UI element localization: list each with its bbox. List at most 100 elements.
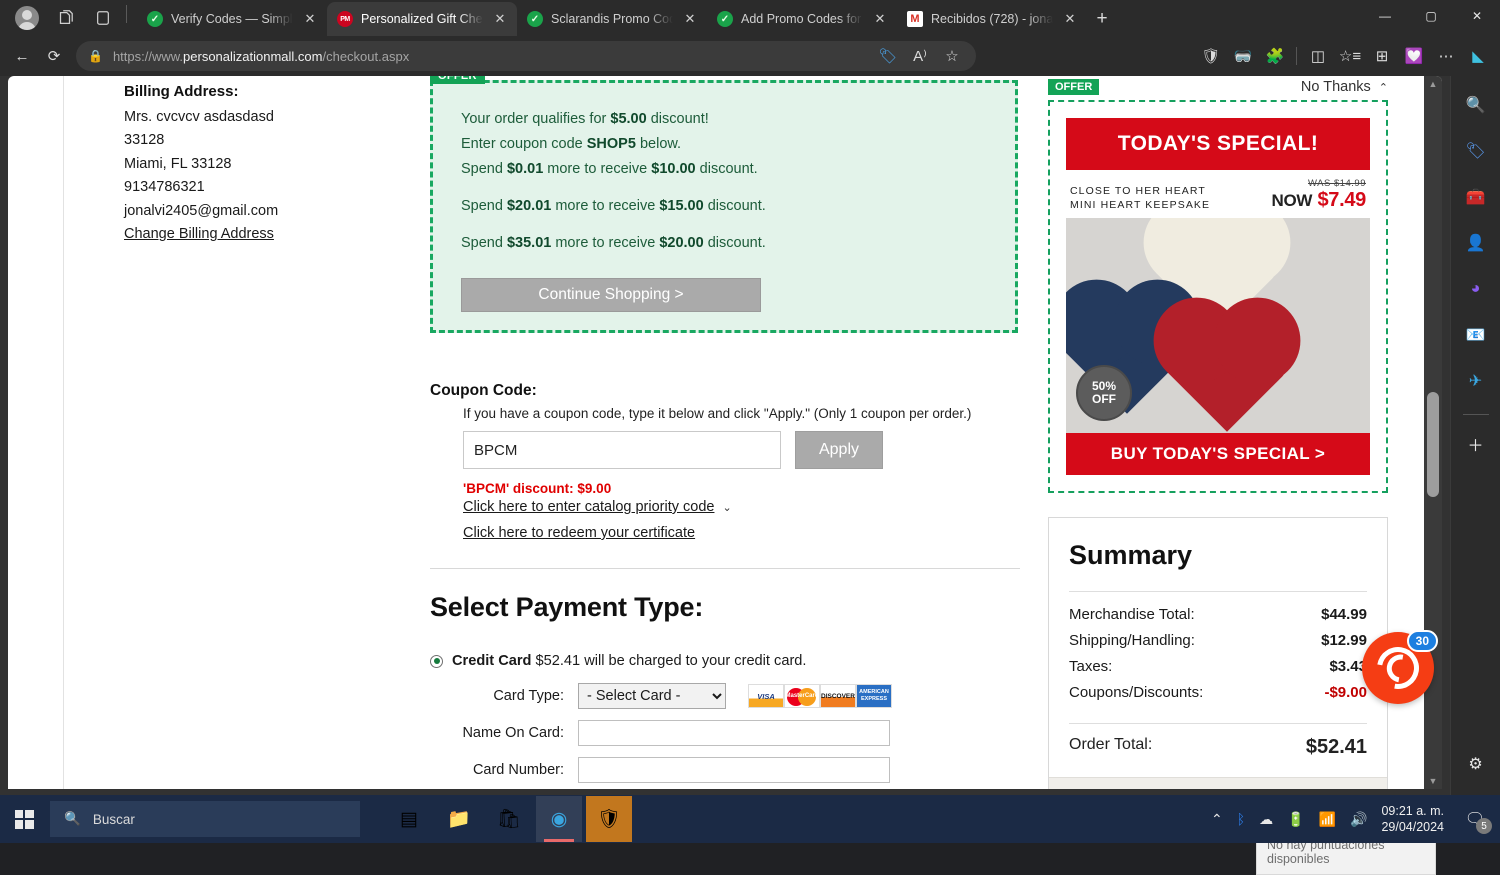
microsoft-edge-icon[interactable]: ◉: [536, 796, 582, 842]
gmail-icon: M: [907, 11, 923, 27]
no-thanks-button[interactable]: No Thanks ⌃: [1301, 79, 1388, 95]
tools-icon[interactable]: 🧰: [1461, 182, 1491, 212]
continue-shopping-button[interactable]: Continue Shopping >: [461, 278, 761, 312]
url-scheme: https://www.: [113, 49, 183, 64]
microsoft-store-icon[interactable]: 🛍: [486, 796, 532, 842]
scroll-down-arrow-icon[interactable]: ▼: [1429, 773, 1438, 789]
summary-label: Taxes:: [1069, 658, 1112, 675]
notification-center-button[interactable]: 🗨 5: [1458, 800, 1492, 838]
browser-essentials-icon[interactable]: 💟: [1398, 40, 1430, 72]
name-on-card-input[interactable]: [578, 720, 890, 746]
shield-icon[interactable]: 🛡: [1195, 40, 1227, 72]
summary-divider-bottom: [1069, 723, 1367, 724]
add-sidebar-app-icon[interactable]: ＋: [1461, 429, 1491, 459]
promo-product-line1: CLOSE TO HER HEART: [1070, 184, 1210, 198]
wifi-icon[interactable]: 📶: [1319, 811, 1336, 828]
offer-box: Your order qualifies for $5.00 discount!…: [430, 80, 1018, 333]
favorites-list-icon[interactable]: ☆≡: [1334, 40, 1366, 72]
address-bar[interactable]: 🔒 https://www.personalizationmall.com/ch…: [76, 41, 976, 71]
buy-todays-special-button[interactable]: BUY TODAY'S SPECIAL >: [1066, 433, 1370, 475]
tab-actions-icon[interactable]: [84, 1, 122, 35]
sidebar-divider: [1463, 414, 1489, 415]
live-chat-button[interactable]: 30: [1362, 632, 1434, 704]
browser-tab-0[interactable]: Verify Codes — SimplyCo ✕: [137, 2, 327, 36]
close-icon[interactable]: ✕: [301, 10, 319, 28]
outlook-icon[interactable]: 📧: [1461, 320, 1491, 350]
credit-card-radio[interactable]: [430, 655, 443, 668]
payment-section: Select Payment Type: Credit Card $52.41 …: [430, 592, 1030, 789]
scroll-up-arrow-icon[interactable]: ▲: [1429, 76, 1438, 92]
credit-card-form: Card Type: - Select Card - VISA MasterCa…: [430, 683, 1030, 789]
extension-avatar-icon[interactable]: 🥽: [1227, 40, 1259, 72]
favorite-star-icon[interactable]: ☆: [936, 41, 968, 71]
task-view-icon[interactable]: ▤: [386, 796, 432, 842]
billing-address-heading: Billing Address:: [124, 80, 278, 104]
browser-tab-1[interactable]: PM Personalized Gift Checkou ✕: [327, 2, 517, 36]
minimize-button[interactable]: —: [1362, 0, 1408, 32]
back-icon[interactable]: ←: [6, 40, 38, 72]
toolbar-divider: [1296, 47, 1297, 65]
green-check-icon: [717, 11, 733, 27]
summary-row-shipping: Shipping/Handling: $12.99: [1069, 632, 1367, 649]
discount-badge-off: OFF: [1092, 393, 1116, 406]
games-icon[interactable]: 👤: [1461, 228, 1491, 258]
browser-tab-4[interactable]: M Recibidos (728) - jonalvi24 ✕: [897, 2, 1087, 36]
apply-coupon-button[interactable]: Apply: [795, 431, 883, 469]
browser-window: Verify Codes — SimplyCo ✕ PM Personalize…: [0, 0, 1500, 843]
close-icon[interactable]: ✕: [681, 10, 699, 28]
split-screen-icon[interactable]: ◫: [1302, 40, 1334, 72]
browser-sidebar: 🔍 🏷 🧰 👤 ◕ 📧 ✈ ＋ ⚙: [1450, 76, 1500, 795]
taskbar-clock[interactable]: 09:21 a. m. 29/04/2024: [1381, 803, 1444, 835]
card-number-input[interactable]: [578, 757, 890, 783]
close-icon[interactable]: ✕: [871, 10, 889, 28]
search-icon[interactable]: 🔍: [1461, 90, 1491, 120]
browser-tab-3[interactable]: Add Promo Codes for Scla ✕: [707, 2, 897, 36]
collections-icon[interactable]: ⊞: [1366, 40, 1398, 72]
volume-icon[interactable]: 🔊: [1350, 811, 1367, 828]
search-icon: 🔍: [64, 811, 81, 827]
copilot-icon[interactable]: ◣: [1462, 40, 1494, 72]
settings-more-icon[interactable]: ⋯: [1430, 40, 1462, 72]
redeem-certificate-link[interactable]: Click here to redeem your certificate: [463, 525, 695, 541]
offer-tier-1: Spend $20.01 more to receive $15.00 disc…: [461, 194, 987, 219]
read-aloud-icon[interactable]: A⁾: [904, 41, 936, 71]
scrollbar-thumb[interactable]: [1427, 392, 1439, 497]
extensions-puzzle-icon[interactable]: 🧩: [1259, 40, 1291, 72]
profile-avatar-button[interactable]: [8, 1, 46, 35]
reload-icon[interactable]: ⟳: [38, 40, 70, 72]
file-explorer-icon[interactable]: 📁: [436, 796, 482, 842]
tabstrip-left-controls: [0, 0, 137, 36]
todays-special-promo[interactable]: TODAY'S SPECIAL! CLOSE TO HER HEART MINI…: [1048, 100, 1388, 493]
microsoft-365-icon[interactable]: ◕: [1461, 274, 1491, 304]
close-icon[interactable]: ✕: [491, 10, 509, 28]
onedrive-icon[interactable]: ☁: [1259, 811, 1273, 828]
catalog-priority-row: Click here to enter catalog priority cod…: [463, 498, 1030, 515]
telegram-icon[interactable]: ✈: [1461, 366, 1491, 396]
close-icon[interactable]: ✕: [1061, 10, 1079, 28]
shopping-tag-icon[interactable]: 🏷: [872, 41, 904, 71]
shopping-tag-icon[interactable]: 🏷: [1461, 136, 1491, 166]
credit-card-option-label: Credit Card $52.41 will be charged to yo…: [452, 653, 806, 669]
tray-expand-icon[interactable]: ⌃: [1211, 811, 1223, 828]
close-window-button[interactable]: ✕: [1454, 0, 1500, 32]
chevron-down-icon[interactable]: ⌄: [722, 501, 731, 514]
bluetooth-icon[interactable]: ᛒ: [1237, 811, 1245, 827]
sidebar-settings-gear-icon[interactable]: ⚙: [1461, 749, 1491, 779]
tab-copilot-icon[interactable]: [46, 1, 84, 35]
browser-tab-2[interactable]: Sclarandis Promo Codes – ✕: [517, 2, 707, 36]
new-tab-button[interactable]: +: [1087, 4, 1117, 34]
start-button[interactable]: [0, 795, 48, 843]
vpn-app-icon[interactable]: 🛡: [586, 796, 632, 842]
promo-product-image: 50% OFF: [1066, 218, 1370, 433]
maximize-button[interactable]: ▢: [1408, 0, 1454, 32]
summary-row-coupons: Coupons/Discounts: -$9.00: [1069, 684, 1367, 701]
change-billing-address-link[interactable]: Change Billing Address: [124, 226, 274, 242]
coupon-code-input[interactable]: [463, 431, 781, 469]
credit-card-option-row[interactable]: Credit Card $52.41 will be charged to yo…: [430, 653, 1030, 669]
coupon-input-row: Apply: [463, 431, 1030, 469]
catalog-priority-code-link[interactable]: Click here to enter catalog priority cod…: [463, 499, 714, 515]
taskbar-search[interactable]: 🔍 Buscar: [50, 801, 360, 837]
card-type-select[interactable]: - Select Card -: [578, 683, 726, 709]
offer-tier-0: Spend $0.01 more to receive $10.00 disco…: [461, 157, 987, 182]
battery-icon[interactable]: 🔋: [1287, 811, 1304, 828]
